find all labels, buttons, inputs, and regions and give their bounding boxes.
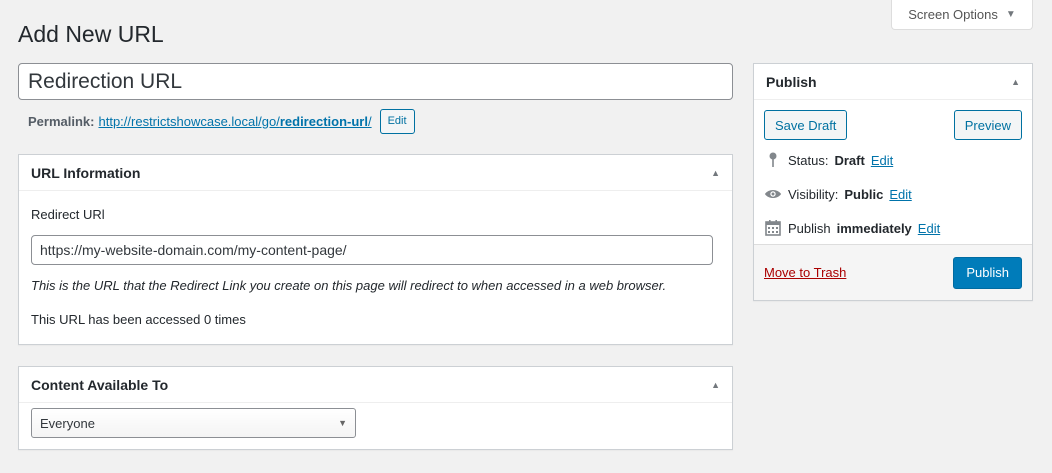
permalink-label: Permalink: <box>28 113 95 129</box>
publish-box: Publish ▲ Save Draft Preview Status: Dra… <box>753 63 1033 301</box>
triangle-up-icon[interactable]: ▲ <box>711 168 720 178</box>
permalink-edit-button[interactable]: Edit <box>379 108 415 134</box>
preview-button[interactable]: Preview <box>953 110 1022 140</box>
permalink-url-suffix: / <box>367 113 372 129</box>
status-row: Status: Draft Edit <box>754 143 1032 177</box>
publish-time-label: Publish <box>788 220 831 236</box>
visibility-label: Visibility: <box>788 186 839 202</box>
eye-icon <box>764 185 782 203</box>
permalink-link[interactable]: http://restrictshowcase.local/go/redirec… <box>98 114 371 129</box>
redirect-url-input[interactable]: https://my-website-domain.com/my-content… <box>31 235 713 265</box>
url-information-header[interactable]: URL Information ▲ <box>19 155 732 191</box>
access-count-text: This URL has been accessed 0 times <box>31 312 246 327</box>
pin-icon <box>764 151 782 169</box>
triangle-up-icon[interactable]: ▲ <box>711 380 720 390</box>
major-publishing-actions: Move to Trash Publish <box>754 244 1032 300</box>
visibility-edit-link[interactable]: Edit <box>889 187 911 202</box>
publish-time-row: Publish immediately Edit <box>754 211 1032 245</box>
permalink-row: Permalink: http://restrictshowcase.local… <box>28 108 415 134</box>
screen-options-label: Screen Options <box>908 7 998 22</box>
publish-header[interactable]: Publish ▲ <box>754 64 1032 100</box>
publish-time-value: immediately <box>836 220 912 236</box>
url-information-box: URL Information ▲ Redirect URl https://m… <box>18 154 733 345</box>
permalink-url-prefix: http://restrictshowcase.local/go/ <box>98 113 280 129</box>
save-draft-button[interactable]: Save Draft <box>764 110 848 140</box>
content-available-selected: Everyone <box>40 415 95 431</box>
page-title: Add New URL <box>18 21 164 47</box>
permalink-slug: redirection-url <box>279 113 368 129</box>
chevron-down-icon: ▼ <box>338 418 347 428</box>
post-title-input[interactable]: Redirection URL <box>18 63 733 100</box>
calendar-icon <box>764 219 782 237</box>
publish-heading: Publish <box>766 73 817 90</box>
redirect-url-description: This is the URL that the Redirect Link y… <box>31 278 667 293</box>
move-to-trash-link[interactable]: Move to Trash <box>764 265 846 280</box>
visibility-value: Public <box>844 186 884 202</box>
visibility-row: Visibility: Public Edit <box>754 177 1032 211</box>
url-information-heading: URL Information <box>31 164 141 181</box>
triangle-down-icon: ▼ <box>1005 9 1016 20</box>
status-label: Status: <box>788 152 829 168</box>
triangle-up-icon[interactable]: ▲ <box>1011 77 1020 87</box>
status-edit-link[interactable]: Edit <box>871 153 893 168</box>
content-available-header[interactable]: Content Available To ▲ <box>19 367 732 403</box>
publish-time-edit-link[interactable]: Edit <box>918 221 940 236</box>
redirect-url-label: Redirect URl <box>31 207 105 222</box>
content-available-select[interactable]: Everyone ▼ <box>31 408 356 438</box>
content-available-box: Content Available To ▲ Everyone ▼ <box>18 366 733 450</box>
content-available-heading: Content Available To <box>31 376 169 393</box>
screen-options-button[interactable]: Screen Options ▼ <box>891 0 1033 30</box>
publish-button[interactable]: Publish <box>953 256 1022 289</box>
status-value: Draft <box>834 152 865 168</box>
